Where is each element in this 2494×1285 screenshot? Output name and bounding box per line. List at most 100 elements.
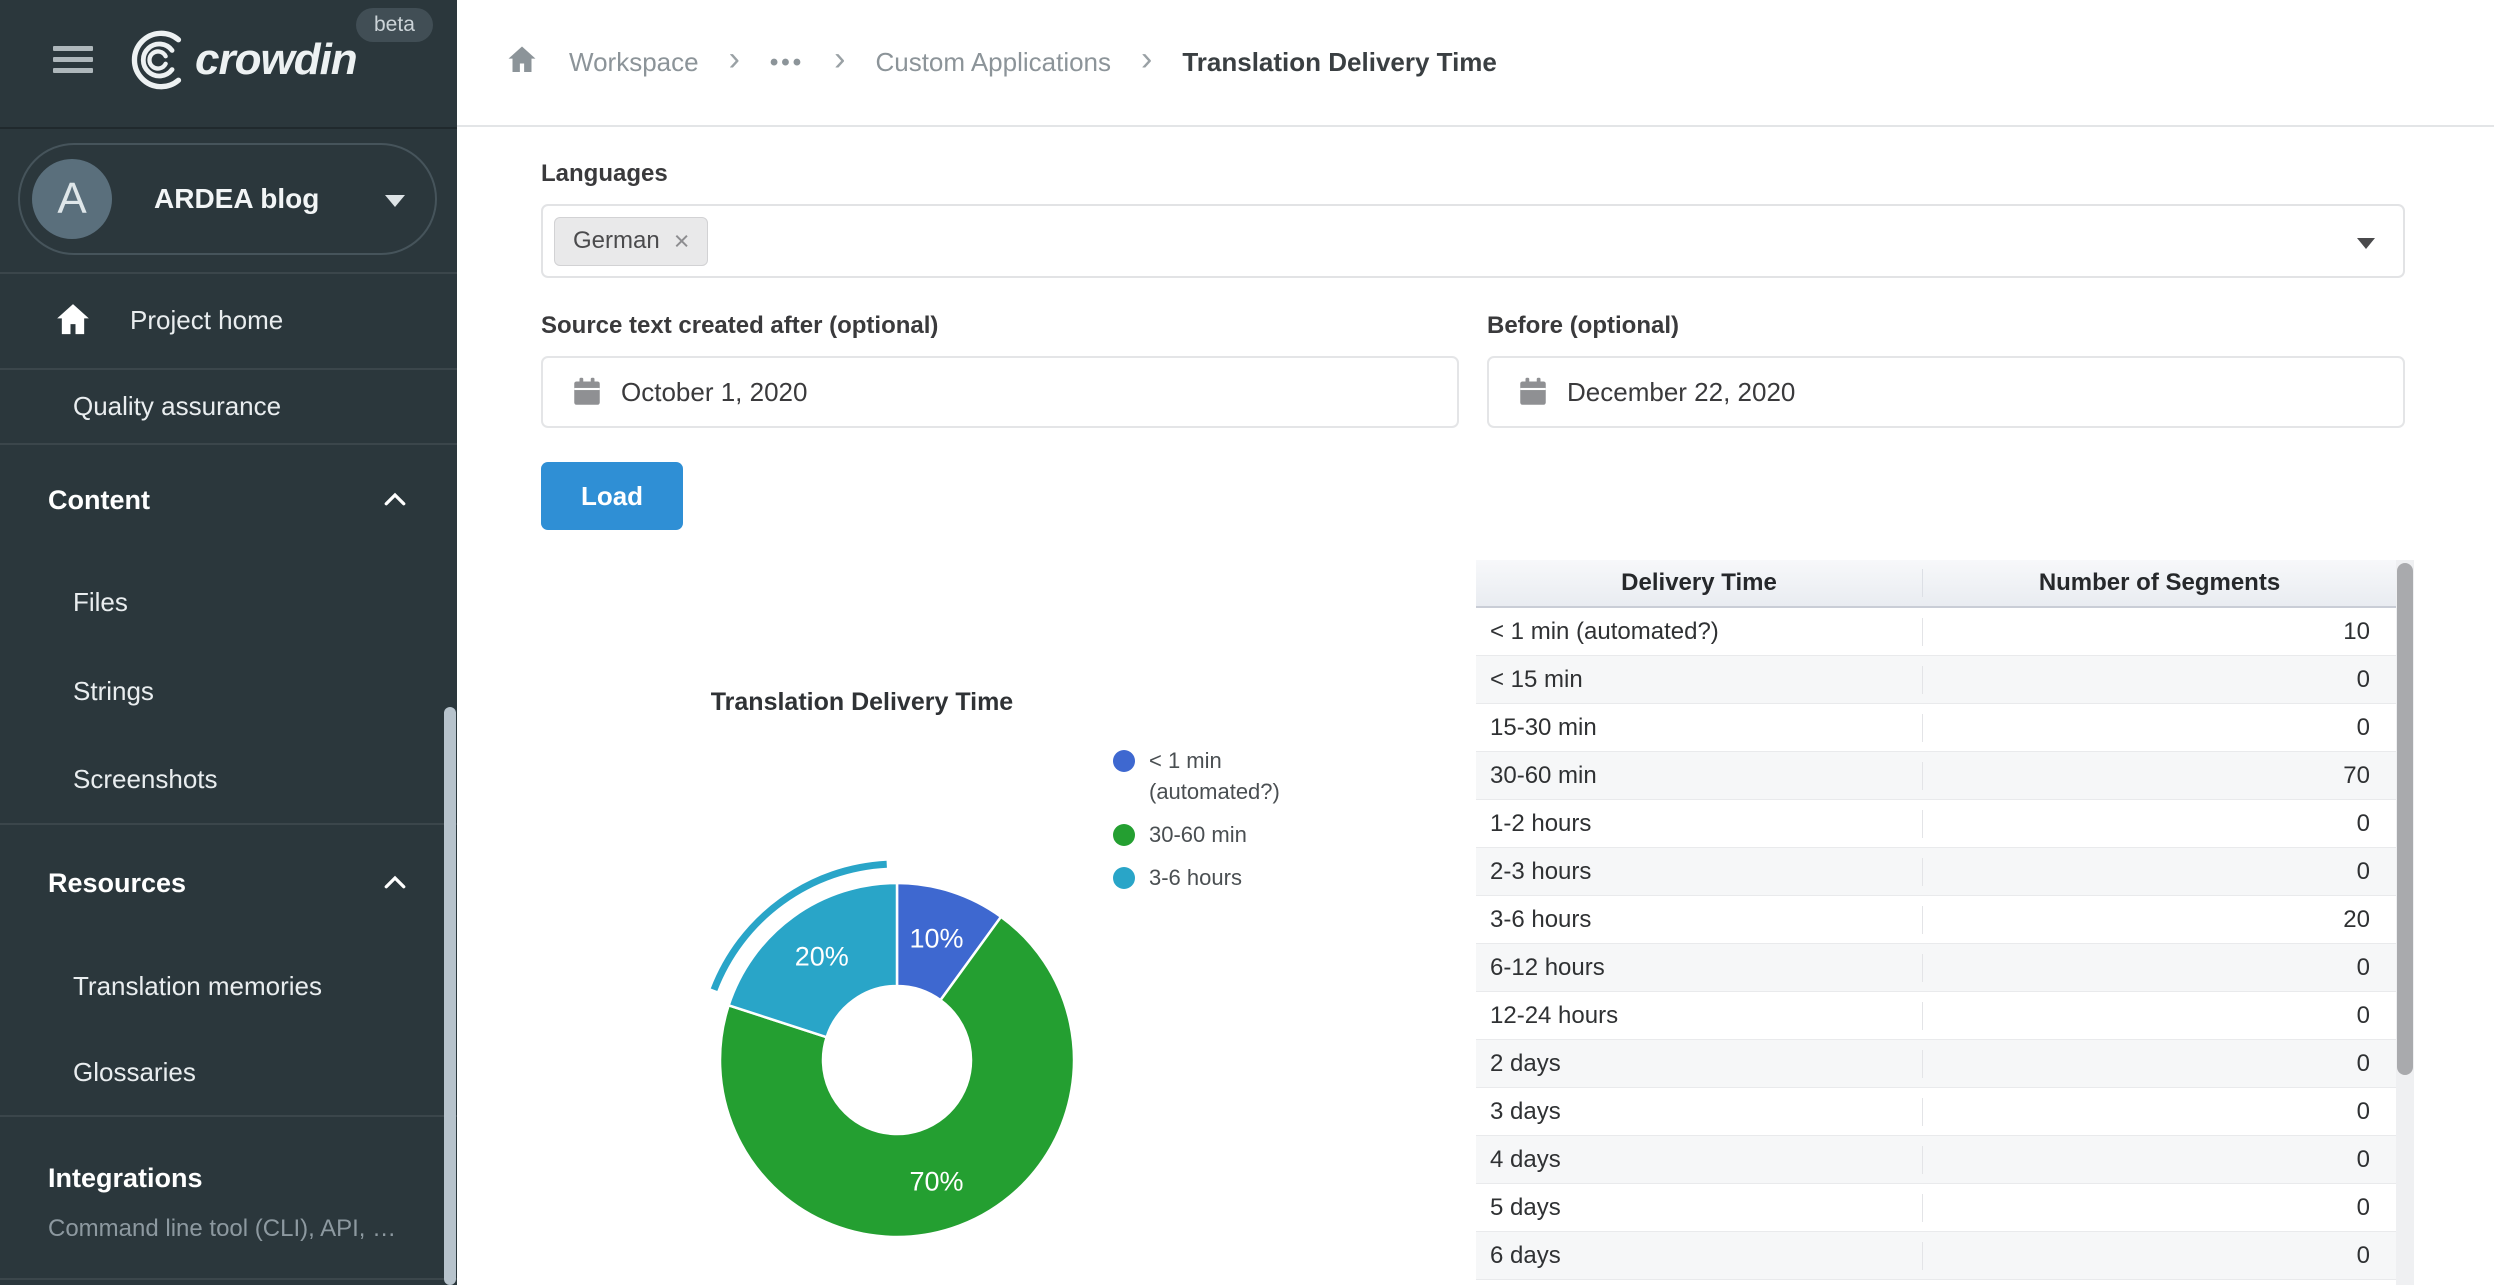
sidebar-item-label: Translation memories <box>73 971 322 1002</box>
home-icon <box>53 300 93 340</box>
chevron-up-icon[interactable] <box>380 868 410 898</box>
section-label: Content <box>48 485 150 516</box>
section-label: Resources <box>48 868 186 899</box>
sidebar-item-label: Project home <box>130 305 283 336</box>
delivery-time-cell: 1-2 hours <box>1476 810 1922 838</box>
delivery-time-cell: 12-24 hours <box>1476 1002 1922 1030</box>
language-tag-label: German <box>573 227 660 255</box>
segments-cell: 70 <box>1922 762 2396 790</box>
sidebar-item-files[interactable]: Files <box>0 557 457 647</box>
table-row: 3 days 0 <box>1476 1088 2396 1136</box>
delivery-time-table: Delivery Time Number of Segments < 1 min… <box>1476 560 2414 1280</box>
segments-cell: 0 <box>1922 666 2396 694</box>
table-row: 15-30 min 0 <box>1476 704 2396 752</box>
segments-cell: 0 <box>1922 858 2396 886</box>
chevron-right-icon: › <box>1141 40 1152 79</box>
sidebar-item-label: Files <box>73 587 128 618</box>
sidebar-item-label: Glossaries <box>73 1057 196 1088</box>
breadcrumb-custom-applications[interactable]: Custom Applications <box>875 47 1111 78</box>
beta-badge: beta <box>356 8 433 42</box>
slice-percent-label: 10% <box>910 923 964 953</box>
sidebar-scrollbar[interactable] <box>444 707 456 1285</box>
table-scrollbar-track[interactable] <box>2396 560 2414 1285</box>
segments-cell: 0 <box>1922 954 2396 982</box>
breadcrumb-workspace[interactable]: Workspace <box>569 47 699 78</box>
sidebar-item-project-home[interactable]: Project home <box>0 272 457 368</box>
calendar-icon <box>569 374 605 410</box>
delivery-time-cell: 3-6 hours <box>1476 906 1922 934</box>
sidebar-item-label: Strings <box>73 676 154 707</box>
project-switcher[interactable]: A ARDEA blog <box>18 143 437 255</box>
hamburger-menu-icon[interactable] <box>53 46 93 74</box>
col-header-delivery-time: Delivery Time <box>1476 569 1922 597</box>
breadcrumb-ellipsis[interactable]: ••• <box>770 49 804 77</box>
sidebar-item-strings[interactable]: Strings <box>0 647 457 735</box>
legend-dot <box>1113 824 1135 846</box>
segments-cell: 0 <box>1922 1242 2396 1270</box>
topbar: Workspace › ••• › Custom Applications › … <box>457 0 2494 127</box>
table-row: 2-3 hours 0 <box>1476 848 2396 896</box>
chart-title: Translation Delivery Time <box>711 688 1013 717</box>
sidebar: crowdin beta A ARDEA blog Project home Q… <box>0 0 457 1285</box>
slice-percent-label: 20% <box>795 941 849 971</box>
crowdin-logo[interactable]: crowdin <box>123 28 357 92</box>
segments-cell: 0 <box>1922 1194 2396 1222</box>
sidebar-item-screenshots[interactable]: Screenshots <box>0 735 457 823</box>
sidebar-item-label: Screenshots <box>73 764 218 795</box>
legend-label: 30-60 min <box>1149 819 1319 850</box>
project-name: ARDEA blog <box>154 183 319 215</box>
delivery-time-cell: 2-3 hours <box>1476 858 1922 886</box>
sidebar-item-translation-memories[interactable]: Translation memories <box>0 943 457 1029</box>
after-date-label: Source text created after (optional) <box>541 312 938 340</box>
breadcrumb: Workspace › ••• › Custom Applications › … <box>505 0 1497 125</box>
crowdin-swirl-icon <box>123 28 187 92</box>
languages-select[interactable]: German × <box>541 204 2405 278</box>
before-date-value: December 22, 2020 <box>1567 377 1795 408</box>
table-scrollbar-thumb[interactable] <box>2397 563 2413 1075</box>
calendar-icon <box>1515 374 1551 410</box>
home-icon[interactable] <box>505 43 539 82</box>
integrations-subtitle: Command line tool (CLI), API, … <box>0 1205 457 1253</box>
table-row: 30-60 min 70 <box>1476 752 2396 800</box>
delivery-time-cell: 6 days <box>1476 1242 1922 1270</box>
delivery-time-cell: 30-60 min <box>1476 762 1922 790</box>
legend-item[interactable]: < 1 min (automated?) <box>1113 745 1319 807</box>
before-date-input[interactable]: December 22, 2020 <box>1487 356 2405 428</box>
language-tag-german[interactable]: German × <box>554 217 708 266</box>
table-row: 2 days 0 <box>1476 1040 2396 1088</box>
legend-dot <box>1113 867 1135 889</box>
project-avatar: A <box>32 159 112 239</box>
table-row: 12-24 hours 0 <box>1476 992 2396 1040</box>
table-row: < 1 min (automated?) 10 <box>1476 608 2396 656</box>
table-row: 6-12 hours 0 <box>1476 944 2396 992</box>
table-row: 4 days 0 <box>1476 1136 2396 1184</box>
sidebar-item-quality-assurance[interactable]: Quality assurance <box>0 369 457 443</box>
segments-cell: 0 <box>1922 1098 2396 1126</box>
table-row: 6 days 0 <box>1476 1232 2396 1280</box>
legend-dot <box>1113 750 1135 772</box>
chevron-up-icon[interactable] <box>380 485 410 515</box>
delivery-time-cell: 4 days <box>1476 1146 1922 1174</box>
chevron-right-icon: › <box>834 40 845 79</box>
segments-cell: 10 <box>1922 618 2396 646</box>
remove-tag-icon[interactable]: × <box>674 226 690 257</box>
legend-label: < 1 min (automated?) <box>1149 745 1319 807</box>
load-button[interactable]: Load <box>541 462 683 530</box>
sidebar-item-glossaries[interactable]: Glossaries <box>0 1029 457 1115</box>
table-header: Delivery Time Number of Segments <box>1476 560 2396 608</box>
sidebar-section-resources[interactable]: Resources <box>0 823 457 943</box>
chart-legend: < 1 min (automated?) 30-60 min 3-6 hours <box>1113 745 1319 905</box>
select-caret-icon <box>2357 238 2375 249</box>
segments-cell: 0 <box>1922 1146 2396 1174</box>
donut-chart: 10%70%20% <box>687 850 1107 1270</box>
sidebar-item-label: Quality assurance <box>73 391 281 422</box>
after-date-value: October 1, 2020 <box>621 377 807 408</box>
sidebar-section-content[interactable]: Content <box>0 443 457 557</box>
legend-item[interactable]: 3-6 hours <box>1113 862 1319 893</box>
after-date-input[interactable]: October 1, 2020 <box>541 356 1459 428</box>
table-row: 5 days 0 <box>1476 1184 2396 1232</box>
delivery-time-cell: 6-12 hours <box>1476 954 1922 982</box>
legend-item[interactable]: 30-60 min <box>1113 819 1319 850</box>
delivery-time-cell: 5 days <box>1476 1194 1922 1222</box>
segments-cell: 0 <box>1922 810 2396 838</box>
